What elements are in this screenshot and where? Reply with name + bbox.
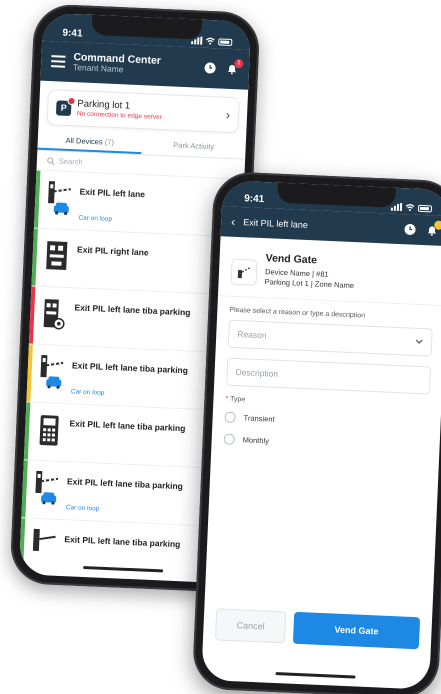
header-titles: Command Center Tenant Name (73, 51, 196, 78)
form-hint: Please select a reason or type a descrip… (229, 306, 366, 320)
header-title: Exit PIL left lane (242, 217, 309, 231)
notification-dot (434, 220, 441, 230)
gate-car-icon (34, 469, 60, 508)
status-stripe (28, 286, 36, 344)
type-label-text: Type (229, 395, 246, 403)
tab-count: (7) (104, 137, 115, 147)
bell-icon[interactable]: 1 (225, 59, 244, 77)
parking-lot-selector[interactable]: P Parking lot 1 No connection to edge se… (46, 89, 240, 134)
gate-car-icon (46, 179, 72, 218)
warning-dot (67, 96, 76, 105)
device-name: Exit PIL left lane tiba parking (69, 418, 186, 434)
device-name: Exit PIL right lane (76, 244, 149, 258)
device-name: Exit PIL left lane tiba parking (71, 360, 189, 376)
app-header: Command Center Tenant Name 1 (40, 40, 250, 90)
gate-title: Vend Gate (265, 252, 318, 267)
clock-icon[interactable] (203, 61, 218, 76)
kiosk-gear-icon (41, 295, 67, 334)
status-icons (390, 203, 433, 213)
vend-gate-screen: 9:41 ‹ Exit PIL left lane Vend Gate Devi… (201, 180, 441, 690)
gate-icon (31, 527, 57, 566)
device-status: Car on loop (78, 214, 113, 223)
description-field[interactable]: Description (226, 357, 432, 394)
status-stripe (31, 228, 38, 286)
tab-label: Park Activity (173, 140, 215, 152)
back-arrow-icon[interactable]: ‹ (231, 215, 236, 229)
clock-icon[interactable] (403, 222, 418, 237)
radio-label: Transient (243, 413, 275, 424)
signal-icon (390, 203, 403, 212)
cancel-button[interactable]: Cancel (214, 608, 287, 644)
wifi-icon (205, 37, 215, 45)
status-stripe (18, 518, 26, 576)
home-indicator (275, 672, 356, 679)
terminal-icon (36, 411, 62, 450)
radio-circle[interactable] (223, 433, 235, 446)
device-name: Exit PIL left lane tiba parking (64, 534, 181, 550)
vend-form: Please select a reason or type a descrip… (211, 296, 441, 460)
device-name: Exit PIL left lane tiba parking (66, 476, 184, 492)
description-placeholder: Description (235, 366, 279, 379)
gate-car-icon (39, 353, 65, 392)
status-time: 9:41 (243, 193, 265, 206)
status-icons (191, 36, 233, 46)
search-icon (47, 156, 55, 165)
vend-gate-button[interactable]: Vend Gate (292, 611, 421, 650)
notification-badge: 1 (234, 59, 244, 69)
radio-label: Monthly (242, 435, 270, 446)
wifi-icon (405, 204, 415, 212)
status-stripe (21, 460, 28, 518)
device-status: Car on loop (70, 388, 105, 397)
lot-text: Parking lot 1 No connection to edge serv… (77, 98, 221, 124)
required-mark: * (225, 395, 229, 403)
menu-icon[interactable] (50, 55, 66, 68)
device-name: Exit PIL left lane (79, 186, 146, 200)
kiosk-icon (44, 237, 70, 276)
bell-icon[interactable] (425, 220, 441, 238)
reason-select[interactable]: Reason (227, 319, 433, 357)
action-buttons: Cancel Vend Gate (214, 608, 421, 650)
chevron-down-icon (415, 339, 423, 344)
battery-icon (218, 37, 233, 46)
battery-icon (417, 204, 433, 212)
radio-circle[interactable] (224, 411, 236, 424)
status-stripe (23, 402, 31, 460)
parking-icon: P (55, 96, 76, 116)
gate-info: Vend Gate Device Name | #81 Parking Lot … (217, 236, 441, 306)
vend-gate-icon (230, 258, 258, 286)
device-status: Car on loop (65, 504, 100, 513)
status-stripe (26, 344, 33, 402)
status-time: 9:41 (62, 27, 83, 40)
gate-text: Vend Gate Device Name | #81 Parking Lot … (264, 252, 355, 290)
phone-vend-gate: 9:41 ‹ Exit PIL left lane Vend Gate Devi… (191, 170, 441, 694)
tab-label: All Devices (65, 135, 103, 147)
device-name: Exit PIL left lane tiba parking (74, 302, 191, 318)
status-stripe (33, 170, 41, 228)
search-placeholder: Search (58, 156, 83, 167)
chevron-right-icon: › (225, 107, 231, 122)
reason-placeholder: Reason (237, 328, 267, 340)
